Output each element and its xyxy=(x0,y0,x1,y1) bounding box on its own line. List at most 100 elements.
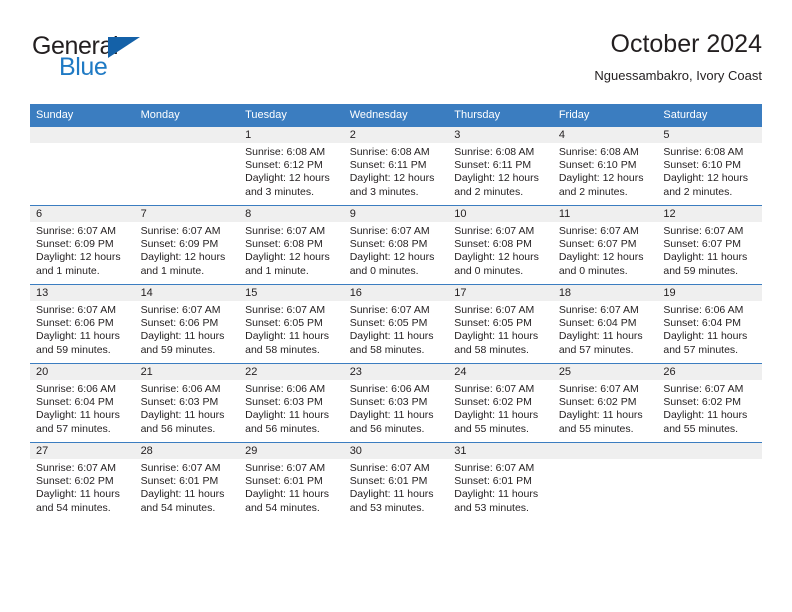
daylight-duration: Daylight: 11 hours and 58 minutes. xyxy=(349,330,434,356)
daylight-duration: Daylight: 12 hours and 1 minute. xyxy=(245,251,330,277)
day-number: 5 xyxy=(657,127,762,143)
day-details: Sunrise: 6:07 AM Sunset: 6:02 PM Daylight:… xyxy=(30,459,135,515)
sunrise-time: Sunrise: 6:07 AM xyxy=(349,225,430,237)
calendar-day-cell[interactable]: 21 Sunrise: 6:06 AM Sunset: 6:03 PM Dayligh… xyxy=(134,363,240,443)
daylight-duration: Daylight: 11 hours and 58 minutes. xyxy=(245,330,329,356)
blue-triangle-icon xyxy=(108,37,140,58)
sunrise-time: Sunrise: 6:08 AM xyxy=(245,146,326,158)
day-number: 18 xyxy=(552,285,658,301)
sunrise-time: Sunrise: 6:07 AM xyxy=(454,383,535,395)
calendar-day-cell[interactable]: 7 Sunrise: 6:07 AM Sunset: 6:09 PM Daylight… xyxy=(134,205,240,285)
calendar-day-cell[interactable]: 16 Sunrise: 6:07 AM Sunset: 6:05 PM Dayligh… xyxy=(343,284,449,364)
weekday-header-wednesday: Wednesday xyxy=(343,104,449,127)
day-number: 21 xyxy=(134,364,240,380)
calendar-day-cell[interactable]: 24 Sunrise: 6:07 AM Sunset: 6:02 PM Dayligh… xyxy=(448,363,553,443)
calendar-body: 1 Sunrise: 6:08 AM Sunset: 6:12 PM Daylight… xyxy=(30,126,762,521)
daylight-duration: Daylight: 11 hours and 55 minutes. xyxy=(558,409,643,435)
day-details: Sunrise: 6:06 AM Sunset: 6:03 PM Daylight:… xyxy=(239,380,344,436)
daylight-duration: Daylight: 11 hours and 56 minutes. xyxy=(245,409,329,435)
calendar-day-cell[interactable]: 9 Sunrise: 6:07 AM Sunset: 6:08 PM Daylight… xyxy=(343,205,449,285)
day-number: 10 xyxy=(448,206,553,222)
logo-text-blue: Blue xyxy=(59,53,108,81)
daylight-duration: Daylight: 12 hours and 1 minute. xyxy=(36,251,121,277)
calendar-day-cell[interactable]: 29 Sunrise: 6:07 AM Sunset: 6:01 PM Dayligh… xyxy=(239,442,344,521)
calendar-day-cell[interactable]: 20 Sunrise: 6:06 AM Sunset: 6:04 PM Dayligh… xyxy=(30,363,135,443)
title-block: October 2024 Nguessambakro, Ivory Coast xyxy=(594,30,762,83)
calendar-day-cell[interactable]: 1 Sunrise: 6:08 AM Sunset: 6:12 PM Daylight… xyxy=(239,126,344,206)
sunset-time: Sunset: 6:07 PM xyxy=(663,238,742,251)
calendar-day-cell[interactable]: 31 Sunrise: 6:07 AM Sunset: 6:01 PM Dayligh… xyxy=(448,442,553,521)
day-details: Sunrise: 6:07 AM Sunset: 6:01 PM Daylight:… xyxy=(344,459,449,515)
day-number: 15 xyxy=(239,285,344,301)
daylight-duration: Daylight: 11 hours and 54 minutes. xyxy=(245,488,329,514)
daylight-duration: Daylight: 11 hours and 55 minutes. xyxy=(454,409,539,435)
sunrise-time: Sunrise: 6:07 AM xyxy=(140,225,221,237)
day-details: Sunrise: 6:07 AM Sunset: 6:07 PM Daylight:… xyxy=(657,222,762,278)
page-title: October 2024 xyxy=(610,30,763,58)
calendar-day-cell[interactable]: 2 Sunrise: 6:08 AM Sunset: 6:11 PM Daylight… xyxy=(343,126,449,206)
calendar-day-cell[interactable]: 17 Sunrise: 6:07 AM Sunset: 6:05 PM Dayligh… xyxy=(448,284,553,364)
calendar-day-cell[interactable]: 30 Sunrise: 6:07 AM Sunset: 6:01 PM Dayligh… xyxy=(343,442,449,521)
page-subtitle-location: Nguessambakro, Ivory Coast xyxy=(594,67,762,83)
calendar-day-cell[interactable]: 27 Sunrise: 6:07 AM Sunset: 6:02 PM Dayligh… xyxy=(30,442,135,521)
weekday-header-monday: Monday xyxy=(134,104,240,127)
sunrise-time: Sunrise: 6:07 AM xyxy=(663,383,744,395)
sunset-time: Sunset: 6:02 PM xyxy=(36,475,114,488)
calendar-day-cell[interactable]: 22 Sunrise: 6:06 AM Sunset: 6:03 PM Dayligh… xyxy=(239,363,344,443)
day-details: Sunrise: 6:06 AM Sunset: 6:03 PM Daylight:… xyxy=(344,380,449,436)
calendar-header-row: Sunday Monday Tuesday Wednesday Thursday… xyxy=(30,104,762,127)
calendar-day-cell[interactable]: 25 Sunrise: 6:07 AM Sunset: 6:02 PM Dayligh… xyxy=(552,363,658,443)
day-number-band xyxy=(134,127,240,143)
calendar-day-cell[interactable]: 8 Sunrise: 6:07 AM Sunset: 6:08 PM Daylight… xyxy=(239,205,344,285)
calendar-day-cell[interactable]: 18 Sunrise: 6:07 AM Sunset: 6:04 PM Dayligh… xyxy=(552,284,658,364)
day-details: Sunrise: 6:07 AM Sunset: 6:02 PM Daylight:… xyxy=(553,380,658,436)
day-details: Sunrise: 6:08 AM Sunset: 6:11 PM Daylight:… xyxy=(344,143,449,199)
calendar-day-cell[interactable]: 10 Sunrise: 6:07 AM Sunset: 6:08 PM Dayligh… xyxy=(448,205,553,285)
weekday-header-friday: Friday xyxy=(552,104,658,127)
sunset-time: Sunset: 6:09 PM xyxy=(36,238,114,251)
daylight-duration: Daylight: 12 hours and 0 minutes. xyxy=(349,251,435,277)
day-details: Sunrise: 6:07 AM Sunset: 6:04 PM Daylight:… xyxy=(553,301,658,357)
day-number: 17 xyxy=(448,285,553,301)
calendar-day-cell[interactable]: 3 Sunrise: 6:08 AM Sunset: 6:11 PM Daylight… xyxy=(448,126,553,206)
day-details: Sunrise: 6:07 AM Sunset: 6:06 PM Daylight:… xyxy=(135,301,240,357)
calendar-day-cell[interactable]: 28 Sunrise: 6:07 AM Sunset: 6:01 PM Dayligh… xyxy=(134,442,240,521)
calendar-day-cell[interactable]: 19 Sunrise: 6:06 AM Sunset: 6:04 PM Dayligh… xyxy=(657,284,762,364)
page-header: General Blue October 2024 Nguessambakro,… xyxy=(30,30,762,92)
calendar-day-cell[interactable]: 4 Sunrise: 6:08 AM Sunset: 6:10 PM Daylight… xyxy=(552,126,658,206)
calendar-day-cell[interactable]: 14 Sunrise: 6:07 AM Sunset: 6:06 PM Dayligh… xyxy=(134,284,240,364)
calendar-day-cell[interactable]: 23 Sunrise: 6:06 AM Sunset: 6:03 PM Dayligh… xyxy=(343,363,449,443)
sunset-time: Sunset: 6:01 PM xyxy=(245,475,323,488)
calendar-day-cell[interactable]: 15 Sunrise: 6:07 AM Sunset: 6:05 PM Dayligh… xyxy=(239,284,344,364)
calendar-day-cell[interactable]: 26 Sunrise: 6:07 AM Sunset: 6:02 PM Dayligh… xyxy=(657,363,762,443)
day-number-band xyxy=(30,127,135,143)
day-details: Sunrise: 6:07 AM Sunset: 6:08 PM Daylight:… xyxy=(239,222,344,278)
sunset-time: Sunset: 6:05 PM xyxy=(349,317,428,330)
sunrise-time: Sunrise: 6:07 AM xyxy=(454,462,535,474)
day-details: Sunrise: 6:08 AM Sunset: 6:10 PM Daylight:… xyxy=(657,143,762,199)
daylight-duration: Daylight: 11 hours and 53 minutes. xyxy=(454,488,539,514)
sunset-time: Sunset: 6:10 PM xyxy=(663,159,742,172)
weekday-header-row: Sunday Monday Tuesday Wednesday Thursday… xyxy=(30,104,762,127)
calendar-day-cell[interactable]: 11 Sunrise: 6:07 AM Sunset: 6:07 PM Dayligh… xyxy=(552,205,658,285)
sunset-time: Sunset: 6:02 PM xyxy=(454,396,532,409)
day-details: Sunrise: 6:08 AM Sunset: 6:10 PM Daylight:… xyxy=(553,143,658,199)
general-blue-logo[interactable]: General Blue xyxy=(32,34,202,86)
daylight-duration: Daylight: 11 hours and 56 minutes. xyxy=(349,409,434,435)
day-details: Sunrise: 6:06 AM Sunset: 6:04 PM Daylight:… xyxy=(657,301,762,357)
day-number: 6 xyxy=(30,206,135,222)
calendar-week-row: 13 Sunrise: 6:07 AM Sunset: 6:06 PM Dayligh… xyxy=(30,284,762,364)
day-details: Sunrise: 6:07 AM Sunset: 6:09 PM Daylight:… xyxy=(30,222,135,278)
sunset-time: Sunset: 6:04 PM xyxy=(558,317,637,330)
sunset-time: Sunset: 6:03 PM xyxy=(140,396,219,409)
sunrise-time: Sunrise: 6:07 AM xyxy=(36,225,116,237)
calendar-day-cell[interactable]: 5 Sunrise: 6:08 AM Sunset: 6:10 PM Daylight… xyxy=(657,126,762,206)
daylight-duration: Daylight: 11 hours and 57 minutes. xyxy=(663,330,748,356)
day-number: 13 xyxy=(30,285,135,301)
day-details: Sunrise: 6:06 AM Sunset: 6:03 PM Daylight:… xyxy=(135,380,240,436)
calendar-day-cell[interactable]: 6 Sunrise: 6:07 AM Sunset: 6:09 PM Daylight… xyxy=(30,205,135,285)
calendar-day-cell[interactable]: 12 Sunrise: 6:07 AM Sunset: 6:07 PM Dayligh… xyxy=(657,205,762,285)
calendar-day-cell[interactable]: 13 Sunrise: 6:07 AM Sunset: 6:06 PM Dayligh… xyxy=(30,284,135,364)
day-number-band xyxy=(657,443,762,459)
sunrise-time: Sunrise: 6:07 AM xyxy=(140,462,221,474)
